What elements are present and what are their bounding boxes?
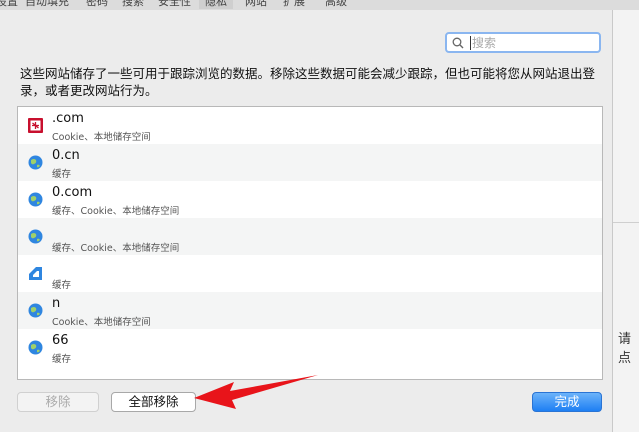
- search-field[interactable]: [445, 32, 601, 53]
- site-name: 0.com: [52, 185, 93, 200]
- site-data-types: 缓存、Cookie、本地储存空间: [52, 243, 180, 254]
- list-item[interactable]: 缓存、Cookie、本地储存空间: [18, 218, 602, 255]
- site-data-types: 缓存、Cookie、本地储存空间: [52, 206, 180, 217]
- site-favicon-icon: [29, 267, 42, 280]
- list-item[interactable]: 66 缓存: [18, 329, 602, 366]
- tab-advanced[interactable]: 高级: [325, 0, 347, 9]
- done-button[interactable]: 完成: [532, 392, 602, 412]
- globe-icon: [28, 229, 43, 244]
- tab-security[interactable]: 安全性: [158, 0, 191, 9]
- tab-autofill[interactable]: 自动填充: [25, 0, 69, 9]
- background-window: 请点: [612, 10, 639, 432]
- tab-websites[interactable]: 网站: [245, 0, 267, 9]
- divider: [612, 222, 639, 223]
- tab-privacy[interactable]: 隐私: [199, 0, 233, 9]
- site-data-types: 缓存: [52, 280, 72, 291]
- list-item[interactable]: .com Cookie、本地储存空间: [18, 107, 602, 144]
- globe-icon: [28, 340, 43, 355]
- list-item[interactable]: 0.com 缓存、Cookie、本地储存空间: [18, 181, 602, 218]
- globe-icon: [28, 155, 43, 170]
- site-name: .com: [52, 111, 84, 126]
- site-data-types: 缓存: [52, 169, 72, 180]
- list-item[interactable]: 缓存: [18, 255, 602, 292]
- remove-button[interactable]: 移除: [17, 392, 99, 412]
- list-item[interactable]: 0.cn 缓存: [18, 144, 602, 181]
- site-logo-icon: [28, 118, 43, 133]
- description-text: 这些网站储存了一些可用于跟踪浏览的数据。移除这些数据可能会减少跟踪，但也可能将您…: [20, 66, 596, 98]
- site-name: 66: [52, 333, 69, 348]
- website-data-list[interactable]: .com Cookie、本地储存空间 0.cn 缓存 0.com 缓存、Cook…: [17, 106, 603, 380]
- tab-extensions[interactable]: 扩展: [283, 0, 305, 9]
- tab-general[interactable]: 设置: [0, 0, 18, 9]
- search-input[interactable]: [472, 35, 592, 50]
- site-data-types: 缓存: [52, 354, 72, 365]
- search-icon: [452, 37, 464, 49]
- text-cursor: [470, 36, 471, 50]
- globe-icon: [28, 192, 43, 207]
- remove-all-button[interactable]: 全部移除: [111, 392, 196, 412]
- site-name: n: [52, 296, 61, 311]
- site-name: 0.cn: [52, 148, 80, 163]
- list-item[interactable]: n Cookie、本地储存空间: [18, 292, 602, 329]
- background-text: 请点: [618, 332, 632, 366]
- globe-icon: [28, 303, 43, 318]
- red-arrow-annotation: [194, 375, 318, 409]
- tab-search[interactable]: 搜索: [122, 0, 144, 9]
- site-data-types: Cookie、本地储存空间: [52, 317, 151, 328]
- tab-passwords[interactable]: 密码: [86, 0, 108, 9]
- site-data-types: Cookie、本地储存空间: [52, 132, 151, 143]
